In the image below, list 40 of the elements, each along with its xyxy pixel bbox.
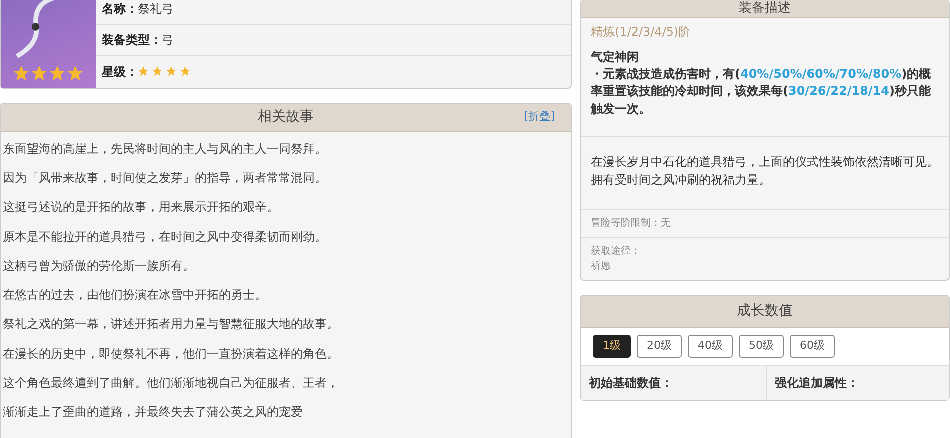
- column-header: 强化追加属性：: [774, 374, 860, 392]
- star-icon: [31, 65, 48, 82]
- story-line: 这挺弓述说的是开拓的故事，用来展示开拓的艰辛。: [3, 199, 280, 216]
- star-icon: [13, 65, 30, 82]
- story-line: 原本是不能拉开的道具猎弓，在时间之风中变得柔韧而刚劲。: [3, 228, 328, 246]
- star-icon: [180, 66, 191, 77]
- panel-title: 成长数值: [737, 302, 793, 322]
- story-line: 祭礼之戏的第一幕，讲述开拓者用力量与智慧征服大地的故事。: [3, 316, 340, 334]
- star-icon: [166, 66, 177, 77]
- story-line: 因为「风带来故事，时间使之发芽」的指导，两者常常混同。: [3, 170, 328, 187]
- skill-name: 气定神闲: [590, 49, 640, 66]
- skill-description: ・元素战技造成伤害时，有(40%/50%/60%/70%/80%)的概率重置该技能的冷却时间，该效果每(30/26/22/18/14)秒只能触发一次。: [590, 66, 932, 118]
- level-tab[interactable]: 50级: [739, 335, 784, 358]
- story-line: 这柄弓曾为骄傲的劳伦斯一族所有。: [3, 258, 196, 275]
- column-header: 初始基础数值：: [581, 366, 767, 400]
- star-icon: [152, 66, 163, 77]
- refine-label: 精炼(1/2/3/4/5)阶: [590, 24, 692, 41]
- star-icon: [67, 65, 84, 82]
- panel-title: 装备描述: [739, 0, 791, 18]
- field-value: 祭礼弓: [138, 1, 174, 18]
- level-tab[interactable]: 60级: [790, 335, 835, 358]
- field-label: 名称：: [102, 1, 138, 18]
- panel-title: 相关故事: [258, 108, 314, 127]
- level-limit: 冒险等阶限制：无: [581, 209, 949, 238]
- story-line: 在漫长的历史中，即使祭礼不再，他们一直扮演着这样的角色。: [3, 346, 340, 363]
- field-value: 弓: [162, 32, 174, 49]
- star-icon: [49, 65, 66, 82]
- source-label: 获取途径：: [591, 244, 642, 260]
- field-label: 装备类型：: [102, 32, 162, 49]
- story-line: 东面望海的高崖上，先民将时间的主人与风的主人一同祭拜。: [3, 140, 328, 158]
- field-label: 星级：: [102, 64, 138, 80]
- star-icon: [138, 66, 149, 77]
- story-line: 在悠古的过去，由他们扮演在冰雪中开拓的勇士。: [3, 287, 268, 304]
- level-tab[interactable]: 40级: [688, 335, 733, 358]
- level-tab[interactable]: 1级: [593, 335, 631, 358]
- flavor-text: 在漫长岁月中石化的道具猎弓，上面的仪式性装饰依然清晰可见。拥有受时间之风冲刷的祝福力量。: [581, 136, 949, 210]
- story-line: 这个角色最终遭到了曲解。他们渐渐地视自己为征服者、王者，: [3, 375, 340, 392]
- source-value: 祈愿: [591, 260, 612, 274]
- story-line: 渐渐走上了歪曲的道路，并最终失去了蒲公英之风的宠爱: [3, 404, 304, 422]
- level-tab[interactable]: 20级: [637, 335, 682, 358]
